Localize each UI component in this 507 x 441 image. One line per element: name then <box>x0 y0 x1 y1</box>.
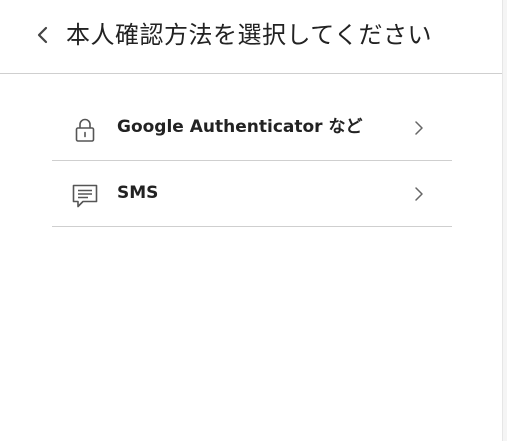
back-arrow-icon[interactable] <box>30 22 56 48</box>
lock-icon <box>75 118 95 142</box>
method-list: Google Authenticator など SMS <box>52 95 452 227</box>
method-item-sms[interactable]: SMS <box>52 161 452 227</box>
identity-method-panel: 本人確認方法を選択してください Google Authenticator など … <box>0 0 503 441</box>
chevron-right-icon <box>415 121 423 135</box>
message-icon <box>72 184 98 208</box>
method-item-authenticator[interactable]: Google Authenticator など <box>52 95 452 161</box>
method-label-authenticator: Google Authenticator など <box>117 117 363 137</box>
chevron-right-icon <box>415 187 423 201</box>
page-title: 本人確認方法を選択してください <box>66 21 433 49</box>
method-label-sms: SMS <box>117 183 159 203</box>
header: 本人確認方法を選択してください <box>0 0 502 74</box>
